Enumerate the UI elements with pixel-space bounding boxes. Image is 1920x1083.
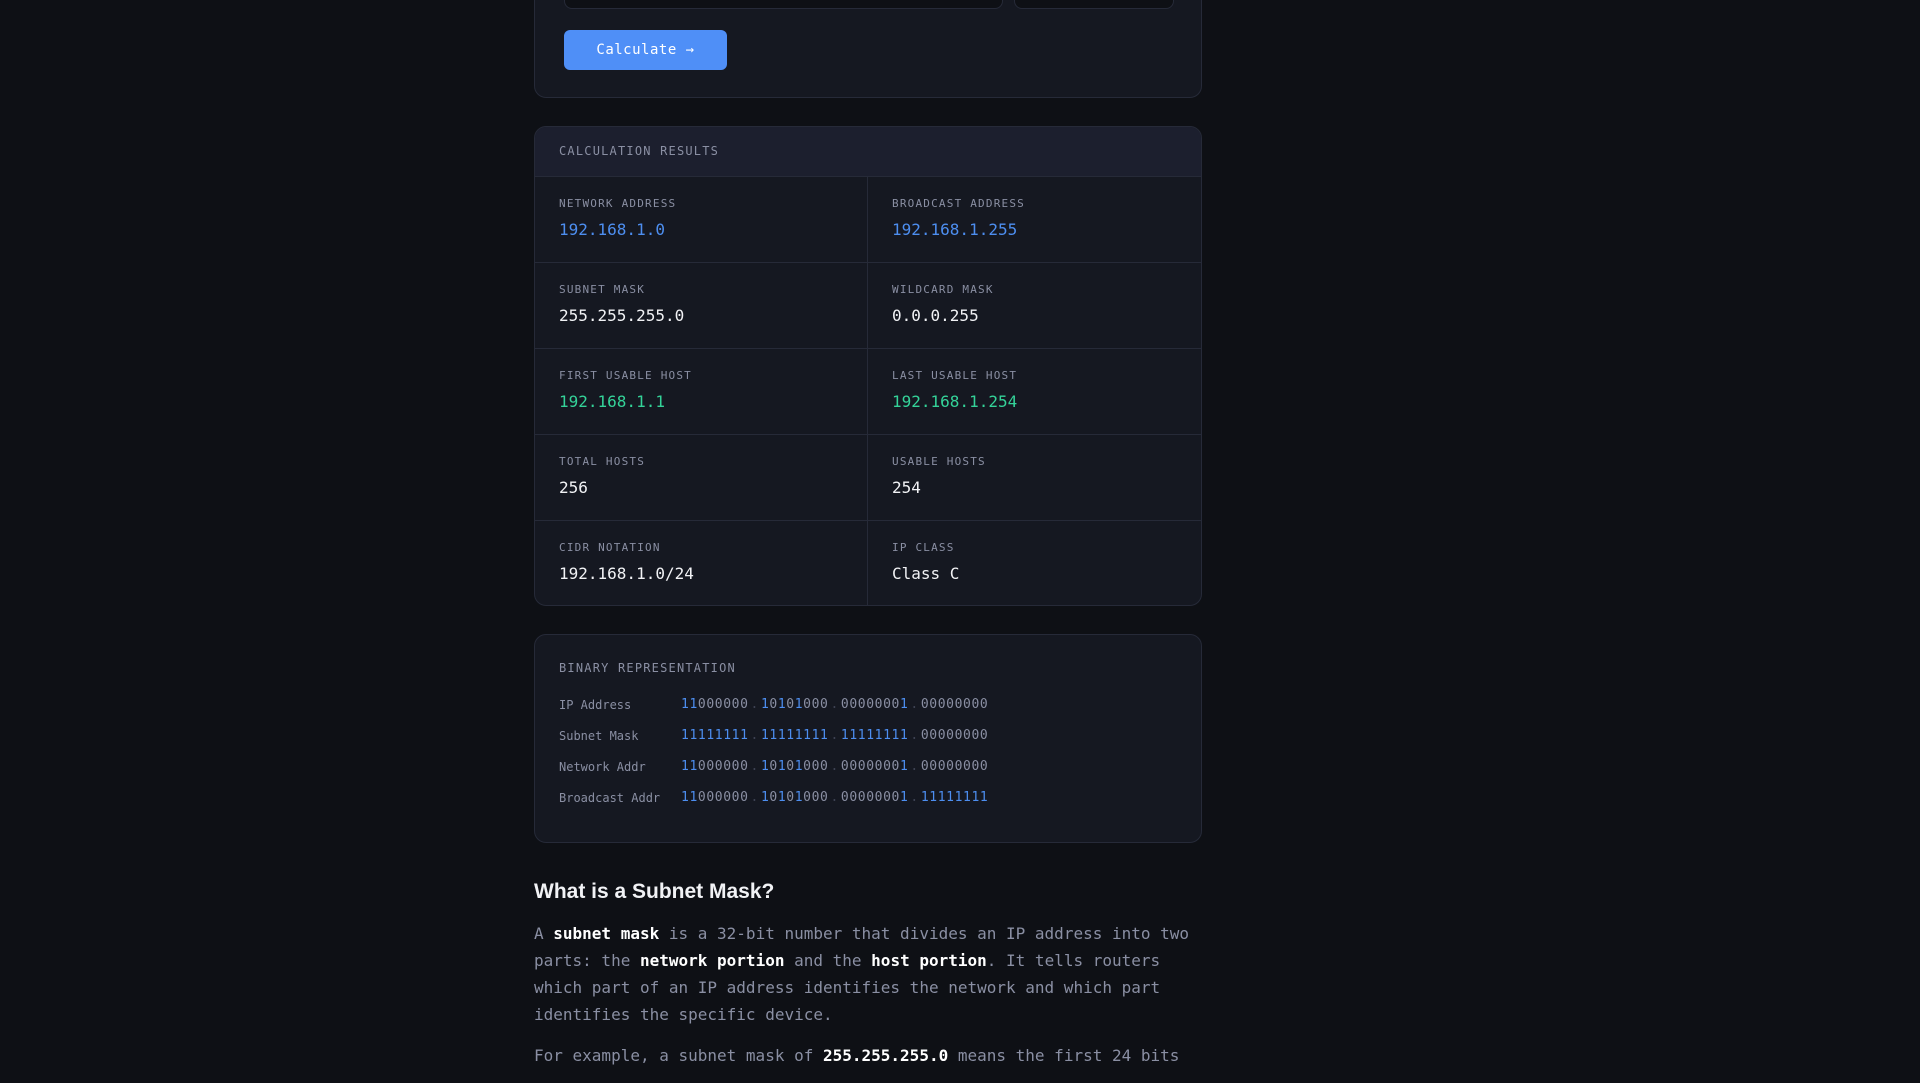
octet-separator: . <box>750 728 759 743</box>
result-cell: LAST USABLE HOST 192.168.1.254 <box>868 349 1201 435</box>
octet-separator: . <box>750 759 759 774</box>
octet-separator: . <box>830 790 839 805</box>
result-cell: IP CLASS Class C <box>868 521 1201 605</box>
result-label: IP CLASS <box>892 541 955 554</box>
octet-separator: . <box>750 790 759 805</box>
info-section: What is a Subnet Mask? A subnet mask is … <box>534 880 1202 1083</box>
octet: 11111111 <box>920 790 989 805</box>
result-value: 192.168.1.255 <box>892 220 1018 239</box>
result-value: 255.255.255.0 <box>559 306 685 325</box>
result-label: SUBNET MASK <box>559 283 646 296</box>
result-label: USABLE HOSTS <box>892 455 986 468</box>
result-cell: USABLE HOSTS 254 <box>868 435 1201 521</box>
emphasis-text: host portion <box>871 951 987 970</box>
result-label: FIRST USABLE HOST <box>559 369 692 382</box>
result-cell: NETWORK ADDRESS 192.168.1.0 <box>535 177 868 263</box>
ip-address-input[interactable] <box>564 0 1003 9</box>
result-label: NETWORK ADDRESS <box>559 197 677 210</box>
body-text: means the first 24 bits <box>948 1046 1180 1065</box>
octet-separator: . <box>910 697 919 712</box>
result-label: BROADCAST ADDRESS <box>892 197 1025 210</box>
octet: 11111111 <box>840 728 909 743</box>
result-label: TOTAL HOSTS <box>559 455 646 468</box>
result-label: WILDCARD MASK <box>892 283 994 296</box>
octet: 00000000 <box>920 697 989 712</box>
result-value: 256 <box>559 478 588 497</box>
binary-row-label: Broadcast Addr <box>559 790 661 805</box>
octet: 10101000 <box>760 697 829 712</box>
result-value: 0.0.0.255 <box>892 306 979 325</box>
binary-card: BINARY REPRESENTATION IP Address 11000000… <box>534 634 1202 843</box>
result-value: 192.168.1.1 <box>559 392 665 411</box>
binary-bits: 11111111. 11111111. 11111111. 00000000 <box>681 728 988 743</box>
body-text: For example, a subnet mask of <box>534 1046 823 1065</box>
binary-row-label: Subnet Mask <box>559 728 639 743</box>
result-cell: FIRST USABLE HOST 192.168.1.1 <box>535 349 868 435</box>
octet: 11000000 <box>681 759 749 774</box>
octet: 11000000 <box>681 790 749 805</box>
binary-row: Broadcast Addr 11000000. 10101000. 00000001… <box>559 782 1177 813</box>
result-label: LAST USABLE HOST <box>892 369 1018 382</box>
binary-title: BINARY REPRESENTATION <box>559 661 736 675</box>
info-heading: What is a Subnet Mask? <box>534 880 775 903</box>
octet-separator: . <box>910 759 919 774</box>
octet: 11111111 <box>760 728 829 743</box>
binary-row: Network Addr 11000000. 10101000. 00000001. 0… <box>559 751 1177 782</box>
info-paragraph: For example, a subnet mask of 255.255.25… <box>534 1042 1202 1069</box>
results-card: CALCULATION RESULTS NETWORK ADDRESS 192.1… <box>534 126 1202 606</box>
body-text: and the <box>784 951 872 970</box>
octet-separator: . <box>830 697 839 712</box>
results-title: CALCULATION RESULTS <box>535 127 1201 177</box>
octet-separator: . <box>830 728 839 743</box>
octet-separator: . <box>750 697 759 712</box>
binary-row: Subnet Mask 11111111. 11111111. 11111111. 00… <box>559 720 1177 751</box>
result-value: Class C <box>892 564 960 583</box>
octet-separator: . <box>910 728 919 743</box>
info-paragraph: A subnet mask is a 32-bit number that di… <box>534 920 1202 1028</box>
result-cell: WILDCARD MASK 0.0.0.255 <box>868 263 1201 349</box>
binary-row: IP Address 11000000. 10101000. 00000001. 000… <box>559 689 1177 720</box>
octet-separator: . <box>910 790 919 805</box>
octet: 00000001 <box>840 790 909 805</box>
result-cell: SUBNET MASK 255.255.255.0 <box>535 263 868 349</box>
result-cell: CIDR NOTATION 192.168.1.0/24 <box>535 521 868 605</box>
emphasis-text: subnet mask <box>553 924 660 943</box>
octet: 00000000 <box>920 759 989 774</box>
result-cell: TOTAL HOSTS 256 <box>535 435 868 521</box>
binary-rows: IP Address 11000000. 10101000. 00000001. 000… <box>559 689 1177 813</box>
input-card: Calculate → <box>534 0 1202 98</box>
result-label: CIDR NOTATION <box>559 541 661 554</box>
octet: 11000000 <box>681 697 749 712</box>
octet-separator: . <box>830 759 839 774</box>
octet: 00000001 <box>840 697 909 712</box>
result-cell: BROADCAST ADDRESS 192.168.1.255 <box>868 177 1201 263</box>
binary-bits: 11000000. 10101000. 00000001. 00000000 <box>681 697 988 712</box>
octet: 10101000 <box>760 790 829 805</box>
result-value: 254 <box>892 478 921 497</box>
calculate-button[interactable]: Calculate → <box>564 30 727 70</box>
binary-row-label: Network Addr <box>559 759 646 774</box>
octet: 00000000 <box>920 728 989 743</box>
binary-bits: 11000000. 10101000. 00000001. 11111111 <box>681 790 988 805</box>
results-grid: NETWORK ADDRESS 192.168.1.0 BROADCAST ADDR… <box>535 177 1201 605</box>
binary-bits: 11000000. 10101000. 00000001. 00000000 <box>681 759 988 774</box>
octet: 10101000 <box>760 759 829 774</box>
body-text: A <box>534 924 554 943</box>
emphasis-text: network portion <box>639 951 785 970</box>
result-value: 192.168.1.254 <box>892 392 1018 411</box>
result-value: 192.168.1.0/24 <box>559 564 694 583</box>
binary-row-label: IP Address <box>559 697 632 712</box>
cidr-select[interactable] <box>1014 0 1174 9</box>
emphasis-text: 255.255.255.0 <box>822 1046 949 1065</box>
octet: 11111111 <box>681 728 749 743</box>
result-value: 192.168.1.0 <box>559 220 665 239</box>
octet: 00000001 <box>840 759 909 774</box>
